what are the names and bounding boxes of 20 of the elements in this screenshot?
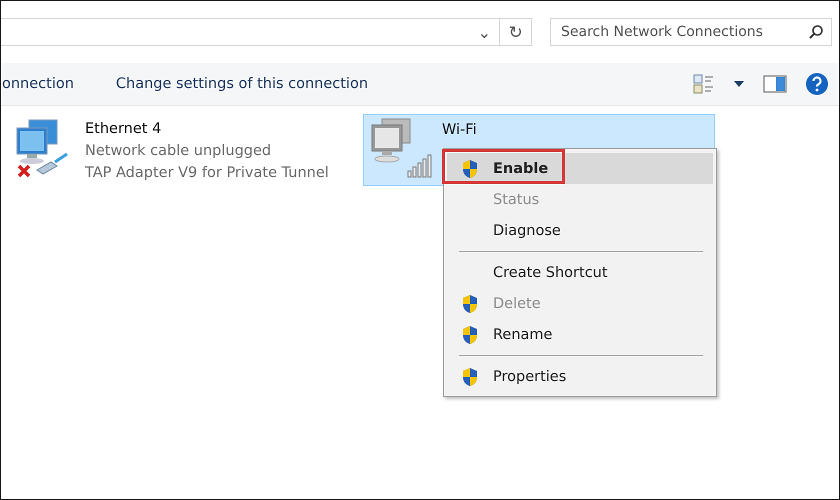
refresh-button[interactable]: ↻ bbox=[500, 18, 532, 46]
adapter-name: TAP Adapter V9 for Private Tunnel bbox=[85, 164, 329, 183]
connection-status: Network cable unplugged bbox=[85, 142, 272, 161]
menu-item[interactable]: Diagnose bbox=[447, 215, 713, 246]
connection-name: Wi-Fi bbox=[442, 121, 477, 140]
dropdown-arrow-icon[interactable] bbox=[733, 80, 745, 88]
menu-item[interactable]: Properties bbox=[447, 361, 713, 392]
address-bar[interactable]: ⌄ bbox=[1, 18, 500, 46]
view-options-icon[interactable] bbox=[693, 74, 715, 94]
menu-item[interactable]: Create Shortcut bbox=[447, 257, 713, 288]
search-field[interactable]: Search Network Connections bbox=[550, 18, 832, 46]
connection-item[interactable]: Ethernet 4 Network cable unplugged TAP Adapter V9 for Private Tunnel bbox=[7, 114, 347, 186]
search-icon[interactable] bbox=[808, 24, 824, 40]
dropdown-button[interactable]: ⌄ bbox=[478, 22, 499, 42]
preview-pane-icon[interactable] bbox=[763, 75, 787, 93]
help-icon[interactable] bbox=[805, 72, 829, 96]
connection-name: Ethernet 4 bbox=[85, 120, 162, 139]
menu-item[interactable]: Rename bbox=[447, 319, 713, 350]
toolbar-command[interactable]: onnection bbox=[2, 76, 74, 92]
toolbar-command[interactable]: Change settings of this connection bbox=[116, 76, 368, 92]
